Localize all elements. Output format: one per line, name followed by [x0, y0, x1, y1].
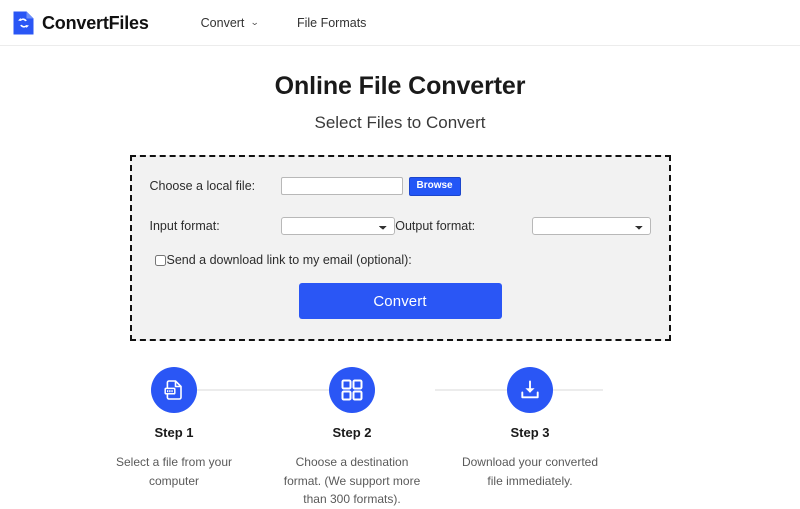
nav-item-convert-label: Convert — [200, 15, 245, 30]
input-format-select[interactable] — [280, 217, 396, 235]
step-1-description: Select a file from your computer — [115, 455, 233, 488]
nav-item-file-formats[interactable]: File Formats — [297, 16, 366, 30]
step-3-column: Step 3 Download your converted file imme… — [441, 425, 619, 509]
nav-item-convert[interactable]: Convert ⌄ — [200, 15, 260, 30]
step-1-title: Step 1 — [154, 425, 194, 440]
email-link-row: Send a download link to my email (option… — [150, 253, 651, 267]
step-3-description: Download your converted file immediately… — [461, 455, 599, 488]
steps-text-row: Step 1 Select a file from your computer … — [85, 425, 715, 509]
output-format-select[interactable] — [532, 217, 651, 235]
chevron-down-icon: ⌄ — [250, 17, 260, 27]
local-file-row: Choose a local file: Browse — [150, 173, 651, 199]
file-path-input[interactable] — [280, 177, 403, 195]
steps-icon-row — [85, 367, 715, 413]
main-nav: Convert ⌄ File Formats — [201, 16, 367, 30]
converter-form: Choose a local file: Browse Input format… — [129, 155, 671, 341]
input-format-label: Input format: — [149, 219, 220, 233]
brand-name: ConvertFiles — [42, 12, 149, 33]
local-file-label: Choose a local file: — [149, 179, 256, 193]
email-link-label: Send a download link to my email (option… — [166, 253, 412, 267]
page-subtitle: Select Files to Convert — [314, 113, 486, 132]
step-2-icon-circle — [329, 367, 375, 413]
step-1-icon-circle — [151, 367, 197, 413]
nav-item-file-formats-label: File Formats — [296, 15, 367, 30]
site-header: ConvertFiles Convert ⌄ File Formats — [0, 0, 800, 46]
step-1-column: Step 1 Select a file from your computer — [85, 425, 263, 509]
download-icon — [518, 378, 542, 402]
format-row: Input format: Output format: — [150, 213, 651, 239]
page-title: Online File Converter — [274, 72, 526, 100]
step-3-title: Step 3 — [510, 425, 550, 440]
convert-button-wrap: Convert — [150, 283, 651, 319]
grid-squares-icon — [341, 379, 363, 401]
file-sync-icon — [12, 10, 35, 36]
email-link-checkbox[interactable] — [154, 254, 166, 266]
step-3-icon-circle — [507, 367, 553, 413]
output-format-label: Output format: — [395, 219, 476, 233]
steps-section: Step 1 Select a file from your computer … — [85, 367, 715, 509]
step-2-description: Choose a destination format. (We support… — [283, 455, 421, 507]
step-2-title: Step 2 — [332, 425, 372, 440]
file-upload-icon — [162, 378, 186, 402]
step-2-column: Step 2 Choose a destination format. (We … — [263, 425, 441, 509]
convert-button[interactable]: Convert — [298, 283, 502, 319]
brand-logo-link[interactable]: ConvertFiles — [12, 10, 149, 36]
browse-button[interactable]: Browse — [408, 176, 461, 196]
